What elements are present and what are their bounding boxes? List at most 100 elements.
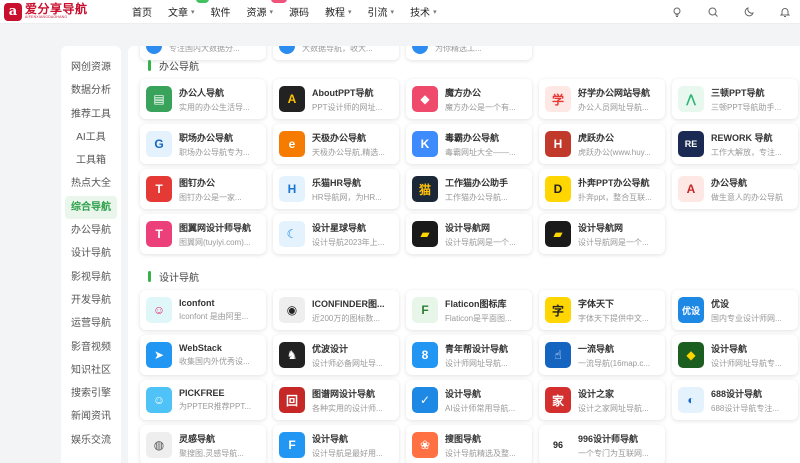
nav-card[interactable]: ☺ PICKFREE 为PPTER推荐PPT... (140, 380, 266, 420)
card-text: ICONFINDER图... 近200万的图标数... (312, 297, 396, 324)
sidebar-item[interactable]: 数据分析 (61, 79, 121, 102)
site-logo[interactable]: a 爱分享导航 AIFENXIANGDAOHANG (0, 2, 128, 21)
site-logo-icon: ◆ (412, 86, 438, 112)
main-content: 专注国内大数据分... 大数据导航，收大... 为你精选工... 办公导航 ▤ 办公人导航… (128, 46, 800, 463)
nav-item-0[interactable]: 首页 (132, 4, 152, 19)
nav-item-7[interactable]: 技术 ▾ (410, 4, 437, 19)
sidebar-item[interactable]: 知识社区 (61, 359, 121, 382)
card-text: 设计导航 AI设计师常用导航... (445, 387, 529, 414)
card-title: 图钉办公 (179, 177, 216, 188)
sidebar-item[interactable]: 推荐工具 (61, 103, 121, 126)
sidebar-item[interactable]: 新闻资讯 (61, 405, 121, 428)
site-logo-icon: 8 (412, 342, 438, 368)
nav-card[interactable]: 96 996设计师导航 一个专门为互联网... (539, 425, 665, 463)
nav-item-6[interactable]: 引流 ▾ (368, 4, 395, 19)
search-icon[interactable] (706, 5, 720, 19)
nav-card[interactable]: K 毒霸办公导航 毒霸网址大全——... (406, 124, 532, 164)
nav-card[interactable]: T 图钉办公 图钉办公是一家... (140, 169, 266, 209)
chevron-down-icon: ▾ (390, 8, 395, 16)
nav-card[interactable]: 大数据导航，收大... (273, 46, 399, 60)
sidebar-item[interactable]: 设计导航 (61, 242, 121, 265)
card-title: 毒霸办公导航 (445, 132, 500, 143)
moon-icon[interactable] (742, 5, 756, 19)
nav-card[interactable]: ▰ 设计导航网 设计导航网是一个... (406, 214, 532, 254)
nav-card[interactable]: ◆ 魔方办公 魔方办公是一个有... (406, 79, 532, 119)
nav-card[interactable]: ♞ 优波设计 设计师必备网址导... (273, 335, 399, 375)
card-text: 设计导航网 设计导航网是一个... (578, 221, 662, 248)
nav-card[interactable]: D 扑奔PPT办公导航 扑奔ppt，整合互联... (539, 169, 665, 209)
card-description: 设计师网址导航专... (711, 358, 782, 368)
nav-card[interactable]: e 天极办公导航 天极办公导航,精选... (273, 124, 399, 164)
card-text: 图翼网设计师导航 图翼网(tuyiyi.com)... (179, 221, 263, 248)
site-logo-icon: 猫 (412, 176, 438, 202)
nav-card[interactable]: ◍ 灵感导航 聚搜图,灵感导航... (140, 425, 266, 463)
sidebar-item[interactable]: 办公导航 (61, 219, 121, 242)
nav-card[interactable]: ⋀ 三顿PPT导航 三顿PPT导航助手... (672, 79, 798, 119)
site-logo-icon: e (279, 131, 305, 157)
nav-card[interactable]: ◐ 688设计导航 688设计导航专注... (672, 380, 798, 420)
nav-item-3[interactable]: 资源▾ VIP (246, 0, 288, 19)
card-description: 设计之家网址导航... (578, 403, 649, 413)
nav-item-label: 资源 (246, 8, 267, 19)
nav-card[interactable]: T 图翼网设计师导航 图翼网(tuyiyi.com)... (140, 214, 266, 254)
card-description: 设计导航2023年上... (312, 237, 385, 247)
sidebar-item[interactable]: 搜索引擎 (61, 382, 121, 405)
nav-card[interactable]: G 职场办公导航 职场办公导航专为... (140, 124, 266, 164)
site-logo-icon: A (279, 86, 305, 112)
sidebar-item[interactable]: 热点大全 (61, 172, 121, 195)
site-logo-icon: 96 (545, 432, 571, 458)
nav-card[interactable]: A AboutPPT导航 PPT设计师的网址... (273, 79, 399, 119)
nav-card[interactable]: 为你精选工... (406, 46, 532, 60)
nav-card[interactable]: ☾ 设计星球导航 设计导航2023年上... (273, 214, 399, 254)
nav-card[interactable]: ☝ 一流导航 一流导航(16map.c... (539, 335, 665, 375)
card-title: 扑奔PPT办公导航 (578, 177, 650, 188)
nav-card[interactable]: ▤ 办公人导航 实用的办公生活导... (140, 79, 266, 119)
nav-card[interactable]: F Flaticon图标库 Flaticon是平面图... (406, 290, 532, 330)
nav-card[interactable]: ▰ 设计导航网 设计导航网是一个... (539, 214, 665, 254)
nav-card[interactable]: F 设计导航 设计导航是最好用... (273, 425, 399, 463)
nav-card[interactable]: 猫工作猫办公助手 工作猫办公导航... (406, 169, 532, 209)
nav-item-4[interactable]: 源码 (289, 4, 309, 19)
sidebar-item[interactable]: 娱乐交流 (61, 429, 121, 452)
card-text: 优设 国内专业设计师网... (711, 297, 795, 324)
nav-card[interactable]: ❀ 搜图导航 设计导航精选及整... (406, 425, 532, 463)
nav-item-1[interactable]: 文章▾ +1 (168, 0, 209, 19)
bulb-icon[interactable] (670, 5, 684, 19)
nav-card[interactable]: H 乐猫HR导航 HR导航网，为HR... (273, 169, 399, 209)
card-description: 设计师必备网址导... (312, 358, 383, 368)
sidebar-item[interactable]: 开发导航 (61, 289, 121, 312)
nav-card[interactable]: 学好学办公网站导航 办公人员网址导航... (539, 79, 665, 119)
nav-card[interactable]: 8 青年帮设计导航 设计师网址导航... (406, 335, 532, 375)
sidebar-item[interactable]: 网创资源 (61, 56, 121, 79)
sidebar-item[interactable]: 影视导航 (61, 266, 121, 289)
nav-card[interactable]: 回图谱网设计导航 各种实用的设计师... (273, 380, 399, 420)
nav-card[interactable]: ◆ 设计导航 设计师网址导航专... (672, 335, 798, 375)
sidebar-item[interactable]: 综合导航 (65, 195, 117, 220)
card-description: 设计导航网是一个... (445, 237, 516, 247)
nav-card[interactable]: A 办公导航 做生意人的办公导航 (672, 169, 798, 209)
nav-card[interactable]: ☺ Iconfont Iconfont 是由阿里... (140, 290, 266, 330)
sidebar-item[interactable]: 工具箱 (61, 149, 121, 172)
card-description: 图翼网(tuyiyi.com)... (179, 237, 251, 247)
nav-card[interactable]: ✓ 设计导航 AI设计师常用导航... (406, 380, 532, 420)
nav-card[interactable]: RE REWORK 导航 工作大解放，专注... (672, 124, 798, 164)
bell-icon[interactable] (778, 5, 792, 19)
nav-card[interactable]: 优设 优设 国内专业设计师网... (672, 290, 798, 330)
nav-item-5[interactable]: 教程 ▾ (325, 4, 352, 19)
nav-item-2[interactable]: 软件 (211, 4, 231, 19)
nav-card[interactable]: 字字体天下 字体天下提供中文... (539, 290, 665, 330)
nav-card[interactable]: 家设计之家 设计之家网址导航... (539, 380, 665, 420)
sidebar-item[interactable]: 运营导航 (61, 312, 121, 335)
card-text: 好学办公网站导航 办公人员网址导航... (578, 86, 662, 113)
site-logo-icon: ☺ (146, 297, 172, 323)
nav-item-label: 教程 (325, 8, 346, 19)
nav-card[interactable]: H 虎跃办公 虎跃办公(www.huy... (539, 124, 665, 164)
sidebar-item[interactable]: 影音视频 (61, 336, 121, 359)
nav-card[interactable]: ➤ WebStack 收集国内外优秀设... (140, 335, 266, 375)
card-text: 设计导航网 设计导航网是一个... (445, 221, 529, 248)
nav-card[interactable]: ◉ ICONFINDER图... 近200万的图标数... (273, 290, 399, 330)
card-description: 收集国内外优秀设... (179, 357, 250, 366)
sidebar-item[interactable]: AI工具 (61, 126, 121, 149)
site-logo-icon (146, 46, 162, 54)
section-bar (148, 271, 151, 282)
